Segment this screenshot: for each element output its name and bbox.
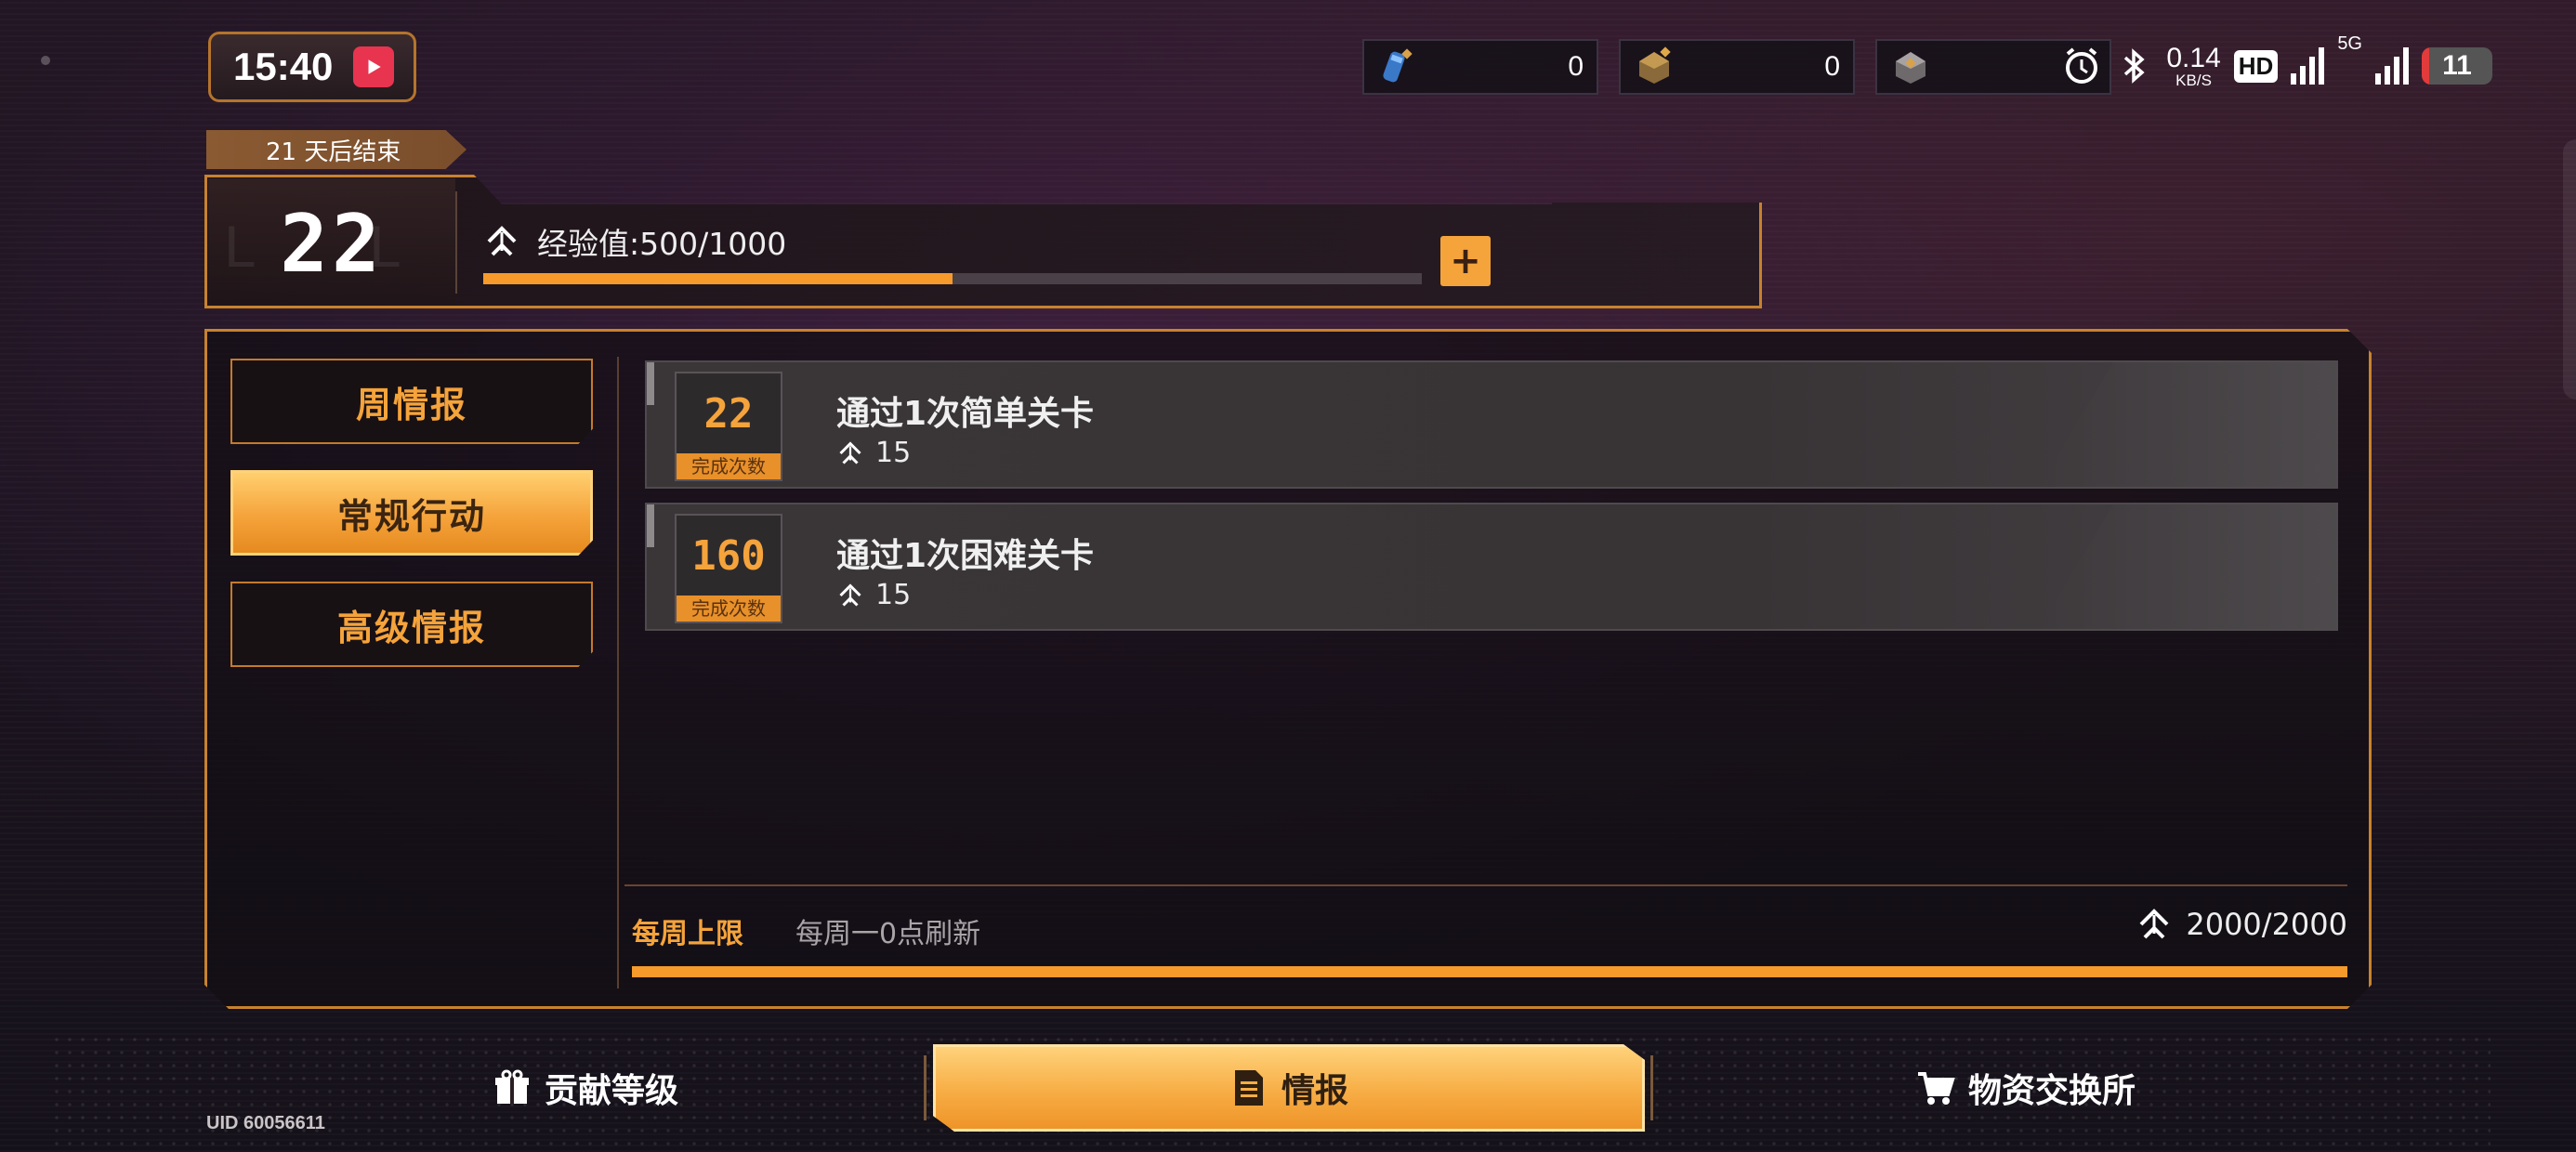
resource-count: 0 (1824, 51, 1840, 82)
weekly-limit-fill (632, 966, 2347, 977)
clock-widget: 15:40 (208, 32, 416, 102)
user-id: UID 60056611 (206, 1113, 325, 1133)
divider (455, 191, 457, 294)
weekly-limit-value: 2000/2000 (2136, 906, 2347, 943)
weekly-limit-bar (632, 966, 2347, 977)
nav-separator (924, 1055, 927, 1120)
system-status-bar: 0.14 KB/S HD 5G 11 (2062, 33, 2492, 98)
nav-contribution-level[interactable]: 贡献等级 (409, 1044, 762, 1132)
battery-level (2422, 47, 2430, 85)
nav-intel[interactable]: 情报 (933, 1044, 1645, 1132)
signal-icon (2291, 47, 2325, 85)
add-xp-button[interactable]: + (1440, 236, 1491, 286)
weekly-limit-label: 每周上限 (632, 918, 743, 950)
tab-regular-actions[interactable]: 常规行动 (230, 470, 593, 556)
xp-rank-icon (839, 583, 861, 607)
hd-badge: HD (2233, 49, 2279, 83)
battery-percent: 11 (2442, 50, 2472, 81)
battery-icon: 11 (2422, 47, 2492, 85)
gray-crate-icon (1896, 52, 1925, 84)
bluetooth-icon (2124, 48, 2145, 84)
task-card[interactable]: 22 完成次数 通过1次简单关卡 15 (645, 360, 2338, 489)
resource-slot-2[interactable]: 0 (1619, 39, 1855, 95)
panel-divider (617, 357, 619, 988)
resource-slot-1[interactable]: 0 (1362, 39, 1598, 95)
season-ends-tag: 21 天后结束 (206, 130, 467, 169)
task-reward-value: 15 (875, 579, 912, 611)
alarm-icon (2066, 47, 2098, 84)
tab-weekly-intel[interactable]: 周情报 (230, 359, 593, 444)
task-edge (647, 504, 654, 547)
level-number: 22 (280, 198, 384, 291)
resource-count: 0 (1568, 51, 1584, 82)
gift-icon (494, 1069, 529, 1104)
xp-row: 经验值:500/1000 (483, 219, 786, 264)
task-card[interactable]: 160 完成次数 通过1次困难关卡 15 (645, 503, 2338, 631)
weekly-limit-text: 2000/2000 (2186, 907, 2347, 942)
network-type: 5G (2337, 33, 2362, 54)
xp-label: 经验值:500/1000 (537, 226, 787, 262)
completion-count-box: 22 完成次数 (675, 372, 782, 481)
xp-progress-bar (483, 273, 1422, 284)
xp-rank-icon (839, 440, 861, 465)
nav-supply-exchange[interactable]: 物资交换所 (1877, 1044, 2175, 1132)
nav-separator (1650, 1055, 1653, 1120)
completion-count-box: 160 完成次数 (675, 514, 782, 623)
task-edge (647, 362, 654, 405)
clock-time: 15:40 (233, 45, 334, 88)
document-icon (1234, 1070, 1263, 1106)
completion-count: 160 (691, 532, 766, 580)
nav-label: 物资交换所 (1967, 1072, 2136, 1110)
edge-handle[interactable] (2563, 139, 2576, 399)
cart-icon (1917, 1072, 1955, 1105)
blue-capsule-icon (1383, 48, 1413, 83)
completion-count-label: 完成次数 (677, 453, 781, 479)
task-title: 通过1次困难关卡 (836, 537, 1095, 575)
nav-label: 情报 (1281, 1072, 1348, 1110)
completion-count-label: 完成次数 (677, 596, 781, 622)
task-reward: 15 (836, 437, 911, 469)
tab-advanced-intel[interactable]: 高级情报 (230, 582, 593, 667)
nav-label: 贡献等级 (544, 1072, 678, 1110)
task-title: 通过1次简单关卡 (836, 395, 1095, 433)
task-reward-value: 15 (875, 437, 912, 469)
signal-icon (2375, 47, 2409, 85)
network-speed: 0.14 KB/S (2166, 42, 2221, 89)
gold-crate-icon (1639, 46, 1671, 84)
limit-divider (624, 884, 2347, 886)
record-icon[interactable] (353, 46, 395, 87)
xp-rank-icon (2139, 909, 2169, 939)
xp-progress-fill (483, 273, 953, 284)
dot-indicator (41, 56, 50, 65)
completion-count: 22 (703, 390, 754, 438)
xp-rank-icon (487, 226, 517, 256)
weekly-refresh-note: 每周一0点刷新 (795, 918, 981, 950)
task-reward: 15 (836, 579, 911, 611)
